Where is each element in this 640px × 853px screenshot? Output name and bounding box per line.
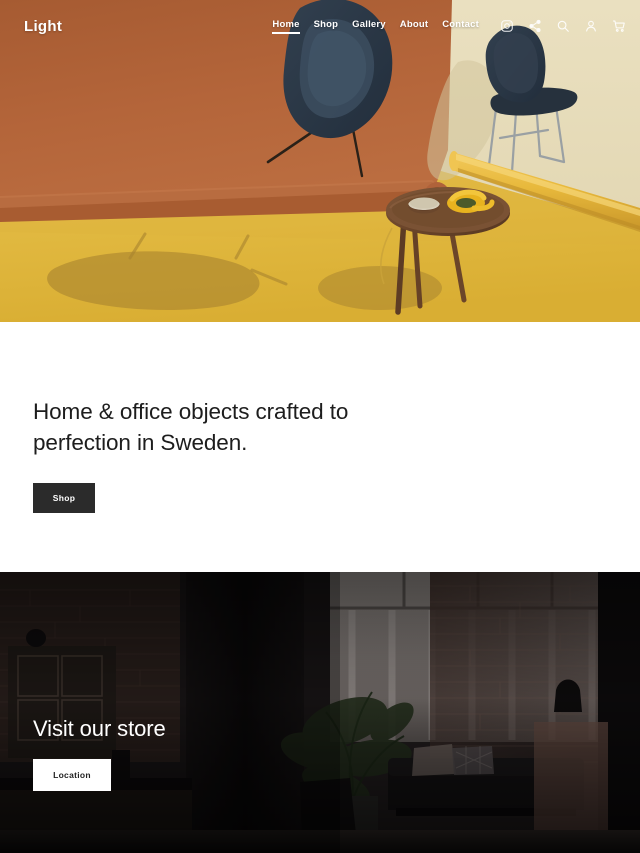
store-section: Visit our store Location (0, 572, 640, 853)
headline-line-1: Home & office objects crafted to (33, 399, 349, 424)
store-content: Visit our store Location (33, 715, 166, 791)
main-navigation: Light Home Shop Gallery About Contact (0, 0, 640, 52)
instagram-icon[interactable] (499, 19, 514, 34)
hero-section: Light Home Shop Gallery About Contact (0, 0, 640, 322)
account-icon[interactable] (583, 19, 598, 34)
search-icon[interactable] (555, 19, 570, 34)
nav-link-about[interactable]: About (400, 19, 428, 34)
nav-links: Home Shop Gallery About Contact (272, 19, 479, 34)
location-button[interactable]: Location (33, 759, 111, 791)
headline-line-2: perfection in Sweden. (33, 430, 248, 455)
nav-link-shop[interactable]: Shop (314, 19, 339, 34)
page-title: Home & office objects crafted to perfect… (33, 396, 453, 458)
store-image (0, 572, 640, 853)
nav-right-group: Home Shop Gallery About Contact (272, 19, 626, 34)
share-icon[interactable] (527, 19, 542, 34)
intro-section: Home & office objects crafted to perfect… (0, 322, 640, 572)
nav-link-gallery[interactable]: Gallery (352, 19, 386, 34)
cart-icon[interactable] (611, 19, 626, 34)
nav-link-home[interactable]: Home (272, 19, 300, 34)
nav-link-contact[interactable]: Contact (442, 19, 479, 34)
shop-button[interactable]: Shop (33, 483, 95, 513)
site-logo[interactable]: Light (24, 18, 62, 35)
nav-icon-group (499, 19, 626, 34)
store-title: Visit our store (33, 716, 166, 741)
